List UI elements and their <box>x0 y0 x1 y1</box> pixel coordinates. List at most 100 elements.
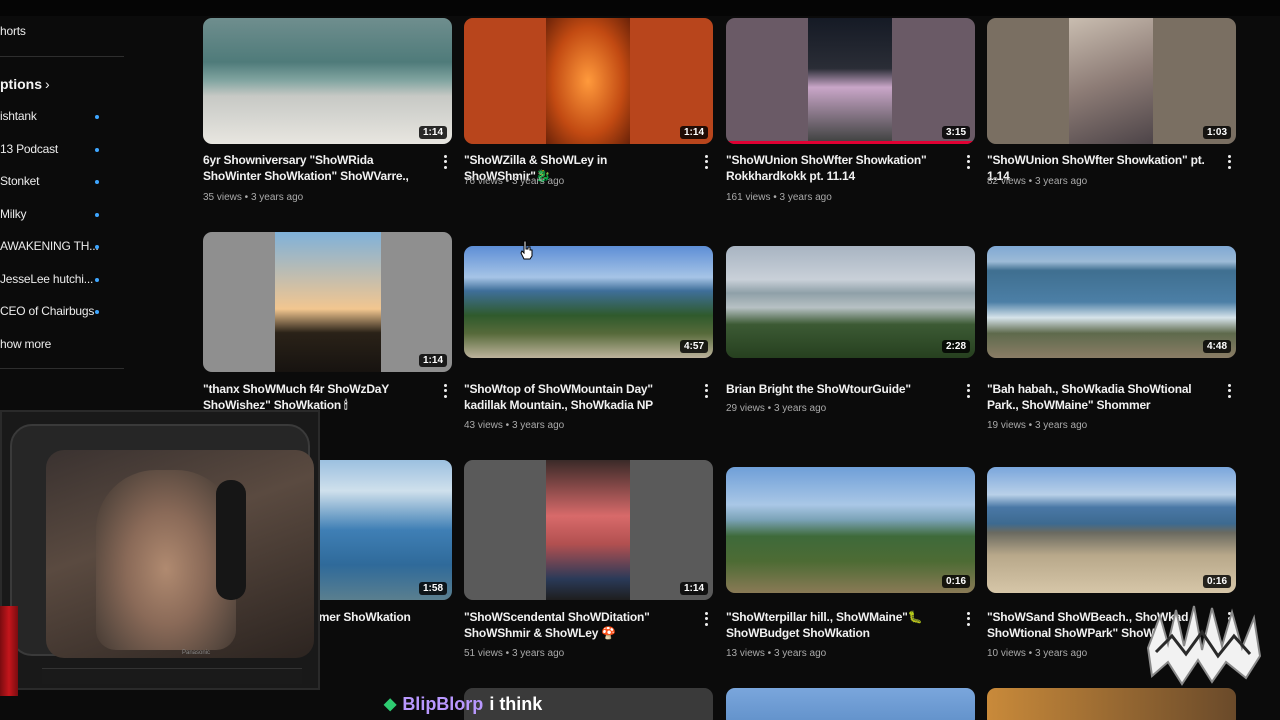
video-thumbnail[interactable]: 1:14 <box>203 18 452 144</box>
sidebar-item-channel[interactable]: Stonket <box>0 174 39 188</box>
more-options-icon[interactable] <box>440 154 450 170</box>
more-options-icon[interactable] <box>963 154 973 170</box>
upload-age: 3 years ago <box>250 192 304 203</box>
chat-text: i think <box>489 693 543 714</box>
chat-badge-icon: ◆ <box>384 696 397 713</box>
upload-age: 3 years ago <box>1034 420 1088 431</box>
video-title[interactable]: Brian Bright the ShoWtourGuide" <box>726 381 951 397</box>
video-meta: 51 views • 3 years ago <box>464 648 565 659</box>
duration-badge: 4:57 <box>679 340 708 353</box>
video-thumbnail[interactable]: 4:48 <box>987 246 1236 358</box>
more-options-icon[interactable] <box>440 383 450 399</box>
upload-age: 3 years ago <box>1034 648 1088 659</box>
video-title[interactable]: 6yr Showniversary "ShoWRida ShoWinter Sh… <box>203 152 428 184</box>
chat-message: ◆ BlipBlorp i think <box>384 692 542 716</box>
subscriptions-heading[interactable]: ptions <box>0 76 42 92</box>
more-options-icon[interactable] <box>701 383 711 399</box>
more-options-icon[interactable] <box>963 611 973 627</box>
soda-can <box>0 606 18 696</box>
video-meta: 29 views • 3 years ago <box>726 403 827 414</box>
sidebar-item-channel[interactable]: Milky <box>0 207 27 221</box>
video-thumbnail[interactable] <box>726 688 975 720</box>
duration-badge: 1:14 <box>418 126 447 139</box>
video-meta: 13 views • 3 years ago <box>726 648 827 659</box>
sidebar-item-shorts[interactable]: horts <box>0 24 26 38</box>
video-meta: 76 views • 3 years ago <box>464 176 565 187</box>
video-title[interactable]: "ShoWterpillar hill., ShoWMaine"🐛 ShoWBu… <box>726 609 951 641</box>
webcam-feed <box>46 450 314 658</box>
new-content-dot <box>95 245 99 249</box>
video-title[interactable]: "ShoWUnion ShoWfter Showkation" Rokkhard… <box>726 152 951 184</box>
top-bar <box>0 0 1280 16</box>
more-options-icon[interactable] <box>1224 383 1234 399</box>
stream-logo-overlay <box>1146 605 1262 686</box>
upload-age: 3 years ago <box>511 176 565 187</box>
video-title[interactable]: "thanx ShoWMuch f4r ShoWzDaY ShoWishez" … <box>203 381 428 413</box>
sidebar: horts ptions › ishtank 13 Podcast Stonke… <box>0 16 130 416</box>
tv-brand-label: Panasonic <box>182 650 211 656</box>
sidebar-item-channel[interactable]: CEO of Chairbugs <box>0 304 94 318</box>
video-thumbnail[interactable]: 3:15 <box>726 18 975 144</box>
duration-badge: 1:14 <box>679 582 708 595</box>
chat-username: BlipBlorp <box>402 693 484 714</box>
sidebar-divider <box>0 368 124 369</box>
view-count: 29 views <box>726 403 765 414</box>
hand-cursor-icon <box>520 240 533 260</box>
duration-badge: 2:28 <box>941 340 970 353</box>
duration-badge: 0:16 <box>941 575 970 588</box>
sidebar-item-channel[interactable]: AWAKENING TH... <box>0 239 99 253</box>
show-more-button[interactable]: how more <box>0 337 51 351</box>
sidebar-item-channel[interactable]: ishtank <box>0 109 37 123</box>
view-count: 51 views <box>464 648 503 659</box>
video-meta: 19 views • 3 years ago <box>987 420 1088 431</box>
view-count: 35 views <box>203 192 242 203</box>
more-options-icon[interactable] <box>701 154 711 170</box>
chevron-right-icon[interactable]: › <box>45 76 50 92</box>
duration-badge: 0:16 <box>1202 575 1231 588</box>
video-title[interactable]: "ShoWScendental ShoWDitation" ShoWShmir … <box>464 609 689 641</box>
view-count: 10 views <box>987 648 1026 659</box>
video-thumbnail[interactable]: 1:14 <box>203 232 452 372</box>
duration-badge: 1:58 <box>418 582 447 595</box>
sidebar-item-channel[interactable]: 13 Podcast <box>0 142 58 156</box>
upload-age: 3 years ago <box>1034 176 1088 187</box>
more-options-icon[interactable] <box>1224 154 1234 170</box>
duration-badge: 1:14 <box>418 354 447 367</box>
upload-age: 3 years ago <box>779 192 832 203</box>
video-thumbnail[interactable]: 0:16 <box>987 467 1236 593</box>
video-thumbnail[interactable]: 1:03 <box>987 18 1236 144</box>
tv-bezel <box>10 424 314 658</box>
video-title[interactable]: "Bah habah., ShoWkadia ShoWtional Park.,… <box>987 381 1212 413</box>
video-meta: 10 views • 3 years ago <box>987 648 1088 659</box>
view-count: 82 views <box>987 176 1026 187</box>
video-thumbnail[interactable]: 4:57 <box>464 246 713 358</box>
upload-age: 3 years ago <box>511 420 565 431</box>
video-title[interactable]: "ShoWtop of ShoWMountain Day" kadillak M… <box>464 381 689 413</box>
new-content-dot <box>95 115 99 119</box>
new-content-dot <box>95 278 99 282</box>
sidebar-divider <box>0 56 124 57</box>
video-meta: 43 views • 3 years ago <box>464 420 565 431</box>
video-thumbnail[interactable]: 1:14 <box>464 18 713 144</box>
new-content-dot <box>95 310 99 314</box>
view-count: 43 views <box>464 420 503 431</box>
view-count: 13 views <box>726 648 765 659</box>
webcam-overlay: Panasonic <box>0 410 320 690</box>
upload-age: 3 years ago <box>773 403 827 414</box>
duration-badge: 1:03 <box>1202 126 1231 139</box>
watch-progress-bar <box>726 141 975 144</box>
view-count: 161 views <box>726 192 771 203</box>
sidebar-item-channel[interactable]: JesseLee hutchi... <box>0 272 93 286</box>
more-options-icon[interactable] <box>963 383 973 399</box>
more-options-icon[interactable] <box>701 611 711 627</box>
video-thumbnail[interactable]: 2:28 <box>726 246 975 358</box>
video-meta: 35 views • 3 years ago <box>203 192 304 203</box>
video-thumbnail[interactable] <box>987 688 1236 720</box>
new-content-dot <box>95 180 99 184</box>
video-thumbnail[interactable]: 0:16 <box>726 467 975 593</box>
view-count: 76 views <box>464 176 503 187</box>
video-thumbnail[interactable]: 1:14 <box>464 460 713 600</box>
duration-badge: 4:48 <box>1202 340 1231 353</box>
new-content-dot <box>95 213 99 217</box>
upload-age: 3 years ago <box>511 648 565 659</box>
